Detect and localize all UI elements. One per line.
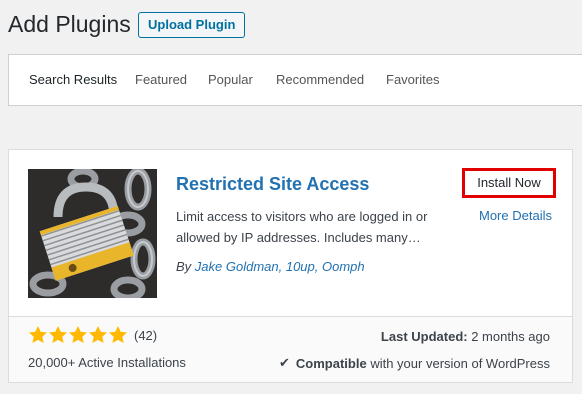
padlock-on-chains-image[interactable] bbox=[28, 169, 157, 298]
plugin-name-link[interactable]: Restricted Site Access bbox=[176, 172, 369, 196]
star-icon bbox=[89, 326, 107, 343]
page-title: Add Plugins bbox=[8, 11, 131, 37]
plugin-card: Restricted Site Access Install Now More … bbox=[8, 149, 573, 383]
tab-recommended[interactable]: Recommended bbox=[276, 55, 364, 105]
last-updated: Last Updated: 2 months ago bbox=[381, 329, 550, 344]
tab-featured[interactable]: Featured bbox=[135, 55, 187, 105]
author-link[interactable]: Jake Goldman, 10up, Oomph bbox=[195, 259, 365, 274]
plugin-description: Limit access to visitors who are logged … bbox=[176, 209, 428, 245]
tab-favorites[interactable]: Favorites bbox=[386, 55, 439, 105]
compatibility: ✔ Compatible with your version of WordPr… bbox=[279, 355, 550, 371]
compat-strong: Compatible bbox=[295, 355, 367, 371]
last-updated-value: 2 months ago bbox=[471, 329, 550, 344]
active-installs: 20,000+ Active Installations bbox=[28, 355, 186, 370]
last-updated-label: Last Updated: bbox=[380, 329, 468, 344]
star-icon bbox=[109, 326, 127, 343]
compat-rest: with your version of WordPress bbox=[370, 355, 550, 371]
tab-search-results[interactable]: Search Results bbox=[29, 55, 117, 105]
checkmark-icon: ✔ bbox=[279, 355, 290, 370]
star-icon bbox=[29, 326, 47, 343]
star-rating: (42) bbox=[28, 325, 157, 345]
tab-popular[interactable]: Popular bbox=[208, 55, 253, 105]
rating-count: (42) bbox=[134, 327, 158, 343]
star-icon bbox=[69, 326, 87, 343]
upload-plugin-button[interactable]: Upload Plugin bbox=[138, 12, 246, 38]
filter-tabs-bar: Search Results Featured Popular Recommen… bbox=[8, 54, 582, 106]
plugin-author: By Jake Goldman, 10up, Oomph bbox=[176, 259, 365, 274]
more-details-link[interactable]: More Details bbox=[479, 208, 552, 223]
plugin-card-footer: (42) 20,000+ Active Installations Last U… bbox=[9, 316, 572, 382]
star-icon bbox=[49, 326, 67, 343]
install-now-button[interactable]: Install Now bbox=[462, 168, 556, 198]
author-prefix: By bbox=[176, 259, 192, 274]
